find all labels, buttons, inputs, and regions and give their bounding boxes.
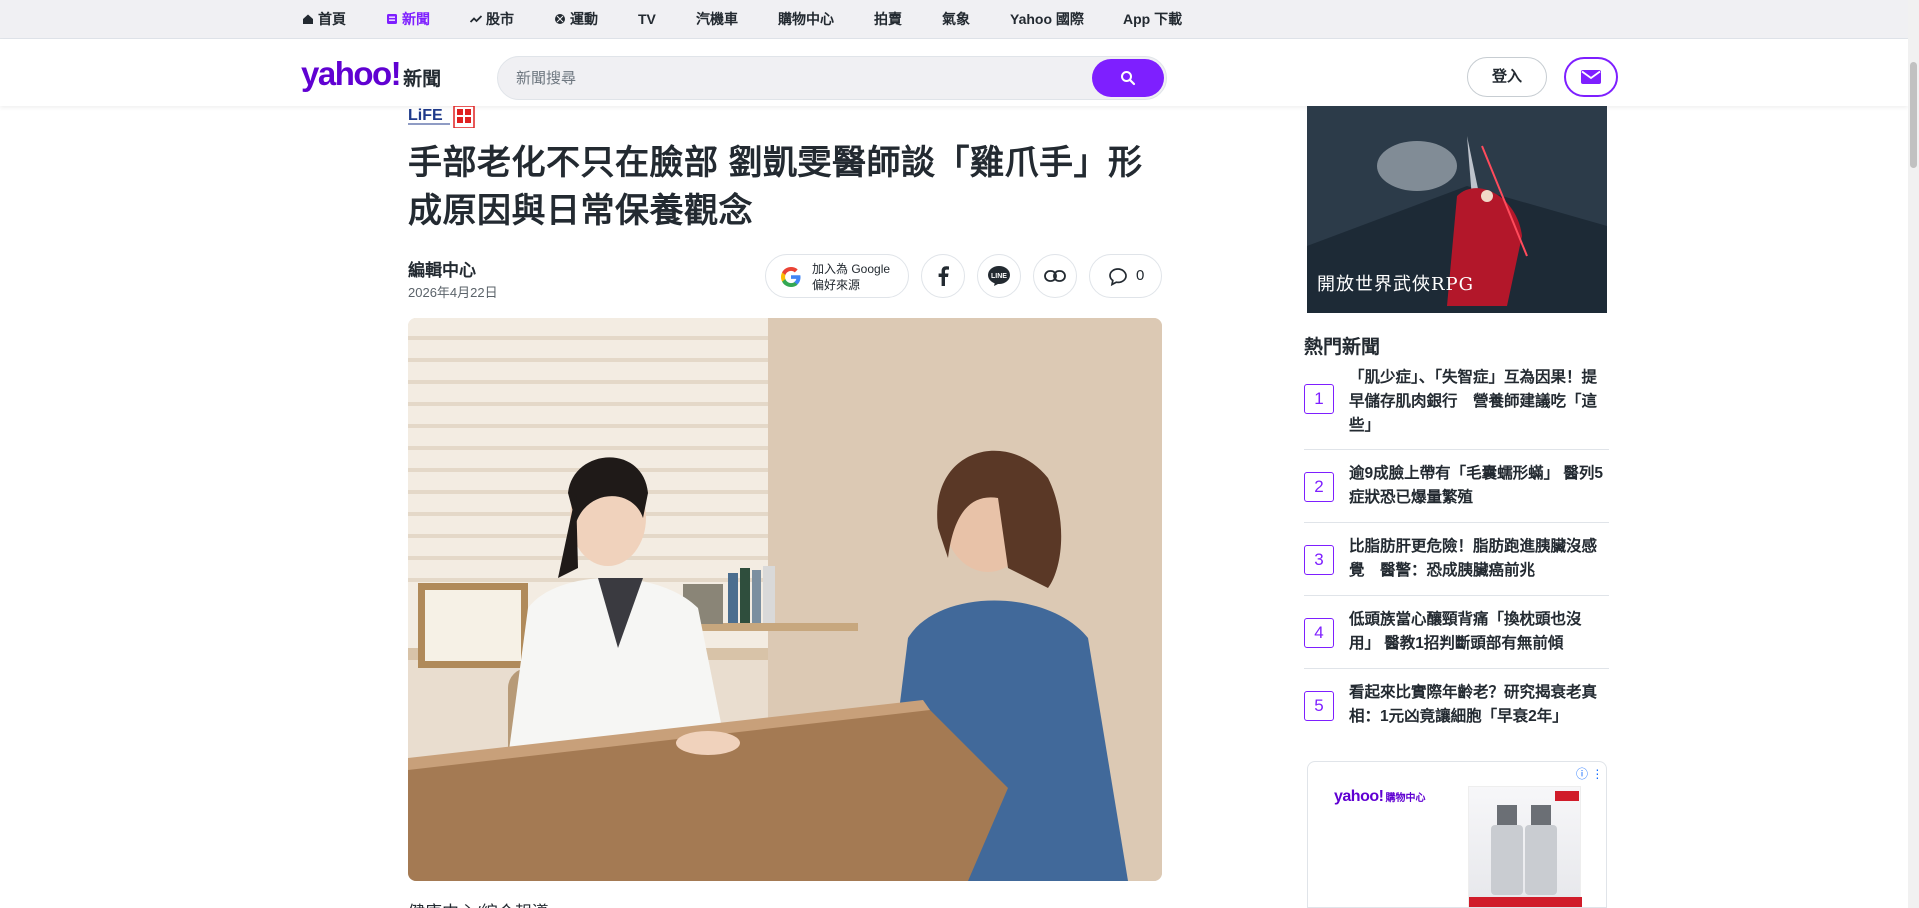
nav-item-auction[interactable]: 拍賣 [874,0,902,39]
trending-news-title-text[interactable]: 低頭族當心釀頸背痛「換枕頭也沒用」 醫教1招判斷頭部有無前傾 [1349,608,1607,656]
hero-photo [408,318,1162,881]
trending-news-item[interactable]: 3 比脂肪肝更危險！脂肪跑進胰臟沒感覺 醫警：恐成胰臟癌前兆 [1304,523,1609,596]
trending-news-item[interactable]: 2 逾9成臉上帶有「毛囊蠕形蟎」 醫列5症狀恐已爆量繁殖 [1304,450,1609,523]
nav-item-weather[interactable]: 氣象 [942,0,970,39]
search-input[interactable] [516,57,1076,99]
yahoo-news-logo[interactable]: yahoo! 新聞 [301,55,441,92]
comment-icon [1109,268,1127,287]
nav-item-stocks[interactable]: 股市 [470,0,514,39]
mail-button[interactable] [1564,57,1618,97]
ad-info-icon[interactable]: ⓘ ⋮ [1576,765,1603,782]
sidebar-ad-banner[interactable]: 開放世界武俠RPG [1307,106,1607,313]
comments-button[interactable]: 0 [1089,254,1162,298]
trending-news-item[interactable]: 4 低頭族當心釀頸背痛「換枕頭也沒用」 醫教1招判斷頭部有無前傾 [1304,596,1609,669]
trending-news-item[interactable]: 1 「肌少症」、「失智症」互為因果！提早儲存肌肉銀行 營養師建議吃「這些」 [1304,360,1609,450]
trending-news-title-text[interactable]: 看起來比實際年齡老？研究揭衰老真相：1元凶竟讓細胞「早衰2年」 [1349,681,1607,729]
sports-icon [555,14,565,24]
login-button[interactable]: 登入 [1467,57,1547,97]
line-share-button[interactable]: LINE [977,254,1021,298]
article-caption: 健康中心/綜合報導 [408,898,549,908]
article-hero-image[interactable] [408,318,1162,881]
search-button[interactable] [1092,59,1164,97]
google-button-label: 加入為 Google 偏好來源 [812,262,891,292]
search-bar [497,56,1167,100]
serum-bottles-image [1469,791,1582,907]
add-google-preferred-source-button[interactable]: 加入為 Google 偏好來源 [765,254,909,298]
ad-banner-text: 開放世界武俠RPG [1317,274,1475,295]
comment-count: 0 [1136,267,1145,284]
nav-item-sports[interactable]: 運動 [554,0,598,39]
svg-text:LINE: LINE [991,273,1007,280]
site-header: yahoo!新聞 登入 [0,39,1908,106]
scrollbar-thumb[interactable] [1910,62,1917,168]
mail-icon [1581,70,1601,84]
trending-rank-badge: 2 [1304,472,1334,502]
trending-news-item[interactable]: 5 看起來比實際年齡老？研究揭衰老真相：1元凶竟讓細胞「早衰2年」 [1304,669,1609,742]
link-icon [1044,270,1066,282]
news-icon [387,14,397,24]
nav-item-international[interactable]: Yahoo 國際 [1010,0,1084,39]
trending-news-title: 熱門新聞 [1304,337,1381,358]
svg-text:LiFE: LiFE [408,107,443,124]
stocks-icon [470,15,482,23]
nav-item-shopping[interactable]: 購物中心 [778,0,834,39]
trending-rank-badge: 5 [1304,691,1334,721]
home-icon [303,14,313,24]
nav-item-tv[interactable]: TV [638,0,656,39]
google-icon [781,267,801,287]
trending-news-title-text[interactable]: 「肌少症」、「失智症」互為因果！提早儲存肌肉銀行 營養師建議吃「這些」 [1349,366,1607,438]
trending-news-list: 1 「肌少症」、「失智症」互為因果！提早儲存肌肉銀行 營養師建議吃「這些」 2 … [1304,360,1609,742]
copy-link-button[interactable] [1033,254,1077,298]
facebook-icon [938,266,949,286]
line-icon: LINE [988,266,1010,286]
trending-rank-badge: 4 [1304,618,1334,648]
shopping-ad[interactable]: ⓘ ⋮ yahoo! 購物中心 [1307,761,1607,908]
page-scrollbar[interactable] [1908,0,1919,908]
source-logo[interactable]: LiFE [408,105,478,129]
trending-news-title-text[interactable]: 逾9成臉上帶有「毛囊蠕形蟎」 醫列5症狀恐已爆量繁殖 [1349,462,1607,510]
nav-item-auto[interactable]: 汽機車 [696,0,738,39]
nav-item-app-download[interactable]: App 下載 [1123,0,1182,39]
ad-product-image[interactable] [1468,786,1582,907]
shopping-logo: yahoo! 購物中心 [1334,788,1426,805]
trending-rank-badge: 3 [1304,545,1334,575]
trending-news-title-text[interactable]: 比脂肪肝更危險！脂肪跑進胰臟沒感覺 醫警：恐成胰臟癌前兆 [1349,535,1607,583]
top-navigation: 首頁 新聞 股市 運動 TV 汽機車 購物中心 拍賣 氣象 Yahoo 國際 A… [0,0,1908,39]
share-toolbar: 加入為 Google 偏好來源 LINE 0 [408,254,1162,298]
nav-item-home[interactable]: 首頁 [302,0,346,39]
trending-rank-badge: 1 [1304,384,1334,414]
source-logo-mark: LiFE [408,105,475,129]
article-headline: 手部老化不只在臉部 劉凱雯醫師談「雞爪手」形成原因與日常保養觀念 [408,144,1143,230]
nav-item-news[interactable]: 新聞 [386,0,430,39]
search-icon [1121,71,1136,86]
facebook-share-button[interactable] [921,254,965,298]
